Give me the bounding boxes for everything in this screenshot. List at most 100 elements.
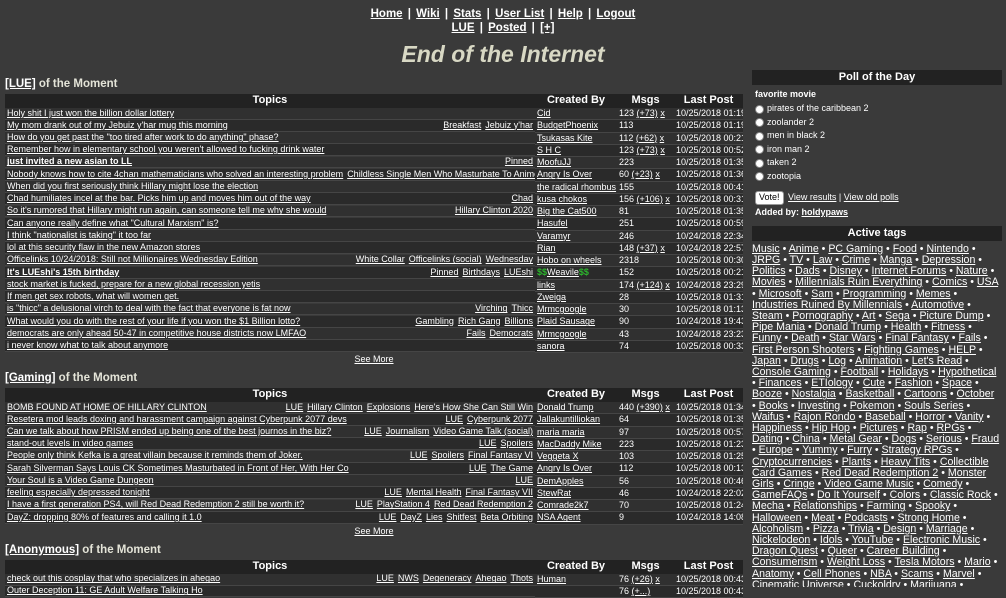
nav-link-posted[interactable]: Posted [488,22,526,34]
active-tag-link[interactable]: Cute [863,377,885,389]
active-tag-link[interactable]: Memes [916,288,951,300]
topic-title-link[interactable]: stock market is fucked, prepare for a ne… [7,279,260,290]
active-tag-link[interactable]: Farming [867,500,906,512]
new-msgs-link[interactable]: (+390) [637,402,663,412]
active-tag-link[interactable]: Dads [795,265,820,277]
topic-title-link[interactable]: People only think Kefka is a great villa… [7,451,303,462]
column-header-created-by[interactable]: Created By [535,559,617,574]
poll-option[interactable]: zootopia [755,170,999,184]
added-by-user-link[interactable]: holdypaws [802,207,849,217]
topic-tag-link[interactable]: NWS [398,574,419,584]
active-tag-link[interactable]: Manga [880,254,912,266]
new-msgs-link[interactable]: (+26) [632,574,653,584]
active-tag-link[interactable]: Cell Phones [803,568,860,580]
active-tag-link[interactable]: Meat [811,512,835,524]
topic-title-link[interactable]: democrats are only ahead 50-47 in compet… [7,328,306,339]
clear-history-link[interactable]: x [665,194,670,204]
topic-tag-link[interactable]: Red Dead Redemption 2 [434,500,533,510]
user-link[interactable]: Jallakuntilliokan [537,414,600,424]
topic-title-link[interactable]: Can anyone really define what "Cultural … [7,218,218,229]
user-link[interactable]: maria maria [537,427,585,437]
column-header-msgs[interactable]: Msgs [617,388,674,403]
active-tag-link[interactable]: China [792,433,820,445]
active-tag-link[interactable]: Consumerism [752,556,817,568]
topic-tag-link[interactable]: LUE [286,402,304,412]
active-tag-link[interactable]: ETIology [811,377,853,389]
user-link[interactable]: Weavile [547,267,579,277]
active-tag-link[interactable]: October [957,388,995,400]
vote-button[interactable]: Vote! [755,191,784,205]
poll-option[interactable]: iron man 2 [755,143,999,157]
active-tag-link[interactable]: Marvel [943,568,975,580]
topic-title-link[interactable]: I have a first generation PS4, will Red … [7,500,304,511]
view-old-polls-link[interactable]: View old polls [844,192,899,202]
active-tag-link[interactable]: Anatomy [752,568,794,580]
active-tag-link[interactable]: Cuckoldry [853,579,900,587]
active-tag-link[interactable]: Design [883,523,916,535]
topic-tag-link[interactable]: Chad [511,193,533,203]
section-board-link[interactable]: [Gaming] [5,372,55,384]
active-tag-link[interactable]: Mario [964,556,991,568]
topic-tag-link[interactable]: Virching [475,304,507,314]
topic-title-link[interactable]: So it's rumored that Hillary might run a… [7,206,326,217]
active-tag-link[interactable]: Red Dead Redemption 2 [822,467,939,479]
column-header-topics[interactable]: Topics [5,388,535,403]
topic-tag-link[interactable]: LUE [445,414,463,424]
topic-tag-link[interactable]: LUE [469,463,487,473]
topic-title-link[interactable]: When did you first seriously think Hilla… [7,181,258,192]
active-tag-link[interactable]: Marijuana [910,579,957,587]
active-tag-link[interactable]: Nature [956,265,988,277]
active-tag-link[interactable]: Programming [843,288,907,300]
topic-tag-link[interactable]: LUE [355,500,373,510]
topic-title-link[interactable]: Sarah Silverman Says Louis CK Sometimes … [7,463,349,474]
active-tag-link[interactable]: YouTube [852,534,894,546]
active-tag-link[interactable]: Dragon Quest [752,545,818,557]
active-tag-link[interactable]: Pornography [792,310,853,322]
active-tag-link[interactable]: Drugs [790,355,818,367]
active-tag-link[interactable]: Picture Dump [919,310,983,322]
active-tag-link[interactable]: Do It Yourself [817,489,880,501]
topic-tag-link[interactable]: White Collar [356,255,405,265]
active-tag-link[interactable]: Waifus [752,411,784,423]
topic-tag-link[interactable]: Jebuiz y'har [485,120,533,130]
topic-tag-link[interactable]: Childless Single Men Who Masturbate To A… [347,169,535,179]
user-link[interactable]: Zweiga [537,292,566,302]
active-tag-link[interactable]: Classic Rock [930,489,991,501]
topic-tag-link[interactable]: LUE [410,451,428,461]
clear-history-link[interactable]: x [665,280,670,290]
active-tag-link[interactable]: JRPG [752,254,780,266]
active-tag-link[interactable]: Strategy RPGs [882,444,953,456]
topic-tag-link[interactable]: LUE [376,574,394,584]
topic-tag-link[interactable]: Video Game Talk (social) [433,426,533,436]
active-tag-link[interactable]: Let's Read [912,355,962,367]
poll-option[interactable]: pirates of the caribbean 2 [755,102,999,116]
user-link[interactable]: Hobo on wheels [537,255,602,265]
active-tag-link[interactable]: Console Gaming [752,366,831,378]
section-board-link[interactable]: [Anonymous] [5,544,79,556]
active-tag-link[interactable]: Fitness [931,321,965,333]
active-tag-link[interactable]: Movies [752,276,786,288]
topic-tag-link[interactable]: LUE [379,512,397,522]
topic-tag-link[interactable]: Ahegao [475,574,506,584]
active-tag-link[interactable]: Football [841,366,879,378]
active-tag-link[interactable]: Pictures [860,422,898,434]
user-link[interactable]: sanora [537,341,565,351]
user-link[interactable]: links [537,280,555,290]
topic-tag-link[interactable]: Journalism [386,426,430,436]
topic-title-link[interactable]: If men get sex robots, what will women g… [7,291,179,302]
active-tag-link[interactable]: Europe [759,444,793,456]
new-msgs-link[interactable]: (+73) [637,108,658,118]
active-tag-link[interactable]: Politics [752,265,786,277]
topic-title-link[interactable]: lol at this security flaw in the new Ama… [7,242,200,253]
new-msgs-link[interactable]: (+23) [632,169,653,179]
radio-button[interactable] [755,158,764,168]
nav-link-help[interactable]: Help [558,8,583,20]
user-link[interactable]: Rian [537,243,556,253]
see-more-link[interactable]: See More [354,526,393,536]
active-tag-link[interactable]: Queer [828,545,857,557]
topic-tag-link[interactable]: Pinned [505,157,533,167]
topic-title-link[interactable]: BOMB FOUND AT HOME OF HILLARY CLINTON [7,402,207,413]
active-tag-link[interactable]: Souls Series [904,400,963,412]
new-msgs-link[interactable]: (+62) [636,133,657,143]
topic-tag-link[interactable]: Spoilers [500,438,533,448]
